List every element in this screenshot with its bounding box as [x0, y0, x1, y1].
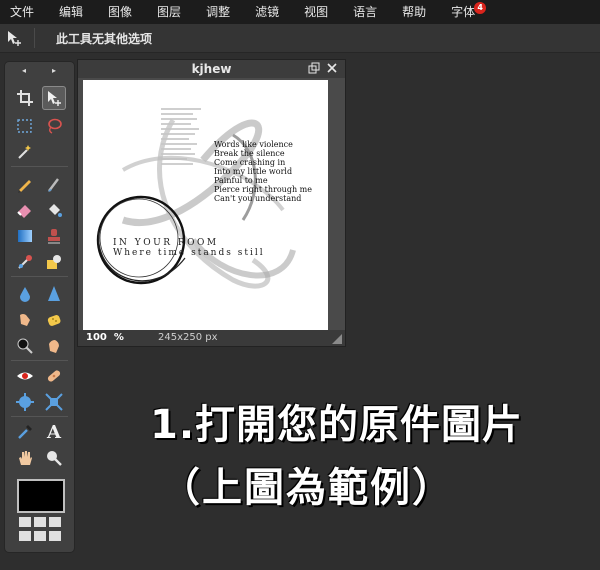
sponge-icon — [47, 315, 61, 326]
move-icon — [48, 91, 61, 106]
bloat-icon — [16, 393, 34, 411]
burn-icon — [49, 340, 59, 353]
menu-layer[interactable]: 图层 — [147, 0, 181, 24]
red-eye-icon — [17, 372, 33, 380]
clone-stamp-tool[interactable] — [42, 224, 66, 248]
brush-tool[interactable] — [42, 172, 66, 196]
smudge-tool[interactable] — [13, 308, 37, 332]
gradient-icon — [18, 230, 32, 242]
eraser-tool[interactable] — [13, 198, 37, 222]
poem-text: Words like violence Break the silence Co… — [214, 140, 312, 203]
view-mode-grid-icon[interactable] — [19, 517, 61, 543]
move-icon — [8, 31, 21, 46]
crop-tool[interactable] — [13, 86, 37, 110]
menu-font[interactable]: 字体 4 — [441, 0, 487, 24]
color-replace-tool[interactable] — [13, 250, 37, 274]
image-dimensions: 245x250 px — [158, 332, 218, 343]
menu-font-label: 字体 — [451, 5, 476, 19]
smudge-icon — [20, 314, 30, 326]
menu-language[interactable]: 语言 — [343, 0, 377, 24]
color-picker-tool[interactable] — [13, 420, 37, 444]
pencil-icon — [18, 180, 31, 193]
resize-grip-icon[interactable] — [332, 334, 342, 344]
sharpen-icon — [48, 286, 60, 301]
pinch-icon — [45, 393, 63, 411]
notification-badge: 4 — [474, 2, 487, 14]
tools-divider — [11, 416, 68, 417]
lasso-icon — [48, 118, 62, 134]
lasso-tool[interactable] — [42, 114, 66, 138]
blur-icon — [20, 287, 30, 302]
menu-adjust[interactable]: 调整 — [196, 0, 230, 24]
type-tool[interactable]: A — [42, 420, 66, 444]
menubar: 文件 编辑 图像 图层 调整 滤镜 视图 语言 帮助 字体 4 — [0, 0, 600, 24]
restore-window-icon[interactable] — [307, 62, 321, 76]
pinch-tool[interactable] — [42, 390, 66, 414]
marquee-icon — [17, 119, 32, 133]
zoom-icon — [47, 451, 62, 466]
menu-help[interactable]: 帮助 — [392, 0, 426, 24]
panel-prev-icon[interactable]: ◂ — [22, 66, 26, 75]
marquee-tool[interactable] — [13, 114, 37, 138]
brush-icon — [48, 178, 59, 192]
artwork-graphic — [96, 108, 296, 289]
paint-bucket-tool[interactable] — [42, 198, 66, 222]
tool-options-hint: 此工具无其他选项 — [56, 32, 153, 46]
document-title[interactable]: kjhew — [78, 60, 345, 78]
type-icon: A — [47, 421, 61, 443]
blur-tool[interactable] — [13, 282, 37, 306]
dodge-icon — [17, 338, 33, 354]
eraser-icon — [17, 205, 31, 218]
magic-wand-tool[interactable] — [13, 140, 37, 164]
drawing-icon — [47, 255, 61, 269]
red-eye-tool[interactable] — [13, 364, 37, 388]
gradient-tool[interactable] — [13, 224, 37, 248]
tool-options-bar: 此工具无其他选项 — [0, 24, 600, 53]
tools-divider — [11, 276, 68, 277]
dodge-tool[interactable] — [13, 334, 37, 358]
sponge-tool[interactable] — [42, 308, 66, 332]
pencil-tool[interactable] — [13, 172, 37, 196]
tools-divider — [11, 360, 68, 361]
primary-color-swatch[interactable] — [17, 479, 65, 513]
document-window: kjhew Words like violence Break the sile… — [78, 60, 345, 346]
options-divider — [34, 28, 35, 48]
document-status-bar: 100 % 245x250 px — [78, 330, 345, 346]
burn-tool[interactable] — [42, 334, 66, 358]
paint-bucket-icon — [49, 204, 62, 217]
color-replace-icon — [18, 255, 32, 269]
sharpen-tool[interactable] — [42, 282, 66, 306]
magic-wand-icon — [18, 145, 31, 159]
caption-example-note: （上圖為範例） — [160, 465, 454, 511]
menu-filter[interactable]: 滤镜 — [245, 0, 279, 24]
hand-icon — [19, 451, 32, 465]
color-picker-icon — [18, 425, 32, 439]
close-window-icon[interactable] — [325, 62, 339, 76]
move-tool[interactable] — [42, 86, 66, 110]
zoom-level[interactable]: 100 % — [86, 330, 124, 346]
tools-panel-header: ◂ ▸ — [5, 62, 74, 82]
tools-panel: ◂ ▸ A — [5, 62, 74, 552]
artwork-title-text: IN YOUR ROOM Where time stands still — [113, 238, 265, 258]
menu-file[interactable]: 文件 — [0, 0, 34, 24]
crop-icon — [17, 90, 33, 106]
menu-view[interactable]: 视图 — [294, 0, 328, 24]
drawing-tool[interactable] — [42, 250, 66, 274]
zoom-tool[interactable] — [42, 446, 66, 470]
clone-stamp-icon — [48, 229, 60, 244]
spot-heal-tool[interactable] — [42, 364, 66, 388]
tools-divider — [11, 166, 68, 167]
menu-edit[interactable]: 编辑 — [49, 0, 83, 24]
caption-step-1: 1.打開您的原件圖片 — [150, 402, 524, 448]
hand-tool[interactable] — [13, 446, 37, 470]
bloat-tool[interactable] — [13, 390, 37, 414]
menu-image[interactable]: 图像 — [98, 0, 132, 24]
panel-next-icon[interactable]: ▸ — [52, 66, 56, 75]
spot-heal-icon — [47, 370, 61, 382]
image-canvas[interactable]: Words like violence Break the silence Co… — [83, 80, 328, 330]
